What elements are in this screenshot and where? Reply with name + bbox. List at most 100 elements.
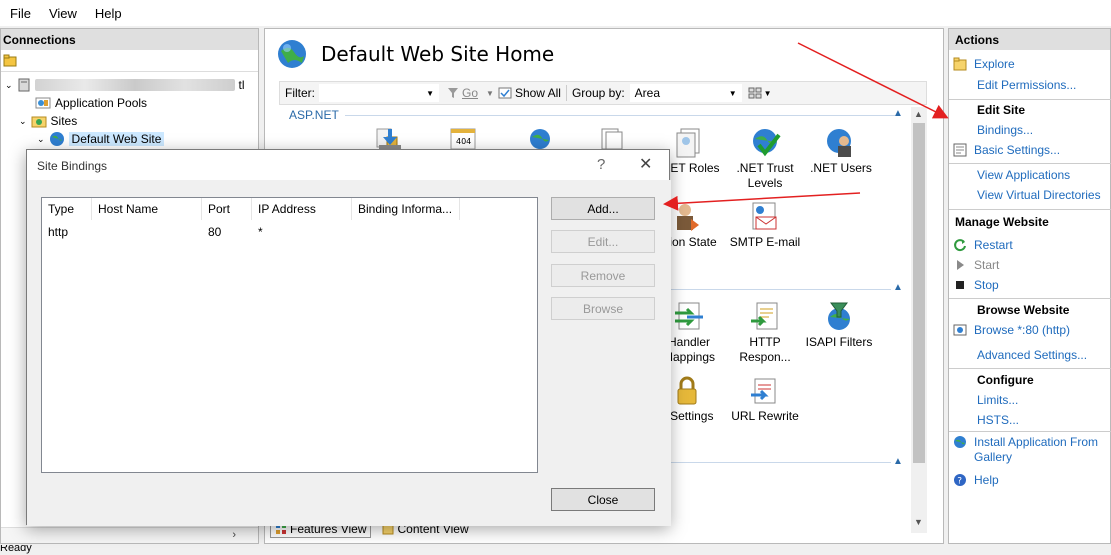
action-hsts[interactable]: HSTS... (977, 413, 1019, 427)
collapse-chevron-icon[interactable]: ⌄ (37, 134, 45, 145)
add-button[interactable]: Add... (551, 197, 655, 220)
action-label: Restart (974, 238, 1013, 252)
go-button[interactable]: Go (447, 86, 478, 100)
dropdown-arrow-icon: ▼ (763, 88, 772, 98)
go-dropdown-arrow-icon[interactable]: ▼ (486, 89, 494, 98)
filter-label: Filter: (285, 86, 315, 100)
remove-button[interactable]: Remove (551, 264, 655, 287)
restart-icon (954, 239, 966, 252)
section-browse-website: Browse Website (977, 303, 1070, 317)
dialog-close-icon[interactable]: ✕ (639, 154, 652, 174)
browse-button[interactable]: Browse (551, 297, 655, 320)
view-mode-button[interactable]: ▼ (748, 87, 772, 99)
scroll-right-arrow-icon[interactable]: › (232, 529, 236, 541)
action-view-applications[interactable]: View Applications (977, 168, 1070, 182)
site-bindings-dialog: Site Bindings ? ✕ Type Host Name Port IP… (26, 149, 671, 526)
dialog-body: Type Host Name Port IP Address Binding I… (27, 180, 671, 526)
section-edit-site: Edit Site (977, 103, 1026, 117)
action-label: Browse *:80 (http) (974, 323, 1071, 337)
smtp-email-icon (752, 202, 777, 230)
column-header-binding-info[interactable]: Binding Informa... (352, 198, 460, 220)
connections-toolbar (1, 50, 258, 72)
connections-horizontal-scrollbar[interactable]: › (1, 527, 258, 543)
action-limits[interactable]: Limits... (977, 393, 1018, 407)
feature-net-users[interactable]: .NET Users (803, 127, 879, 176)
net-trust-levels-icon (753, 129, 781, 157)
collapse-section-icon[interactable]: ▲ (893, 108, 903, 119)
feature-label: SMTP E-mail (729, 235, 801, 249)
features-vertical-scrollbar[interactable]: ▲ ▼ (911, 107, 927, 533)
action-stop[interactable]: Stop (953, 278, 999, 292)
action-view-virtual-directories[interactable]: View Virtual Directories (977, 188, 1101, 202)
group-by-value: Area (634, 86, 661, 100)
app-pools-icon (35, 97, 51, 109)
action-label: HSTS... (977, 413, 1020, 427)
tree-default-web-site[interactable]: ⌄ Default Web Site (37, 130, 165, 148)
tree-app-pools-label: Application Pools (55, 96, 148, 110)
http-response-icon (751, 302, 778, 330)
action-edit-permissions[interactable]: Edit Permissions... (977, 78, 1076, 92)
cell-type: http (48, 225, 69, 239)
feature-net-trust-levels[interactable]: .NET Trust Levels (727, 127, 803, 191)
dropdown-arrow-icon[interactable]: ▼ (729, 89, 737, 98)
globe-icon[interactable] (527, 127, 553, 149)
scrollbar-thumb[interactable] (913, 123, 925, 463)
collapse-section-icon[interactable]: ▲ (893, 282, 903, 293)
close-button[interactable]: Close (551, 488, 655, 511)
show-all-button[interactable]: Show All (498, 86, 561, 100)
action-advanced-settings[interactable]: Advanced Settings... (977, 348, 1087, 362)
action-browse-80[interactable]: Browse *:80 (http) (953, 323, 1070, 337)
cell-port: 80 (208, 225, 222, 239)
action-bindings[interactable]: Bindings... (977, 123, 1033, 137)
feature-isapi-filters[interactable]: ISAPI Filters (801, 301, 877, 350)
pages-icon[interactable] (599, 127, 625, 149)
column-header-ip-address[interactable]: IP Address (252, 198, 352, 220)
collapse-section-icon[interactable]: ▲ (893, 456, 903, 467)
new-connection-icon[interactable] (3, 54, 17, 68)
status-text: Ready (0, 545, 32, 554)
download-icon[interactable] (375, 127, 405, 149)
collapse-chevron-icon[interactable]: ⌄ (19, 116, 27, 127)
menu-help[interactable]: Help (91, 6, 126, 21)
feature-url-rewrite[interactable]: URL Rewrite (727, 375, 803, 424)
group-by-select[interactable]: Area ▼ (629, 84, 742, 102)
menu-file[interactable]: File (6, 6, 35, 21)
action-label: Stop (974, 278, 999, 292)
scroll-up-arrow-icon[interactable]: ▲ (914, 109, 923, 119)
action-basic-settings[interactable]: Basic Settings... (953, 143, 1060, 157)
column-header-type[interactable]: Type (42, 198, 92, 220)
action-install-application[interactable]: Install Application From Gallery (953, 435, 1098, 465)
menu-view[interactable]: View (45, 6, 81, 21)
collapse-chevron-icon[interactable]: ⌄ (5, 80, 13, 91)
filter-input[interactable]: ▼ (319, 84, 439, 102)
action-explore[interactable]: Explore (953, 57, 1015, 71)
tree-sites[interactable]: ⌄ Sites (19, 112, 77, 130)
edit-button[interactable]: Edit... (551, 230, 655, 253)
help-icon: ? (954, 474, 966, 487)
error-pages-icon[interactable]: 404 (449, 127, 477, 149)
section-aspnet: ASP.NET (289, 108, 339, 122)
column-header-port[interactable]: Port (202, 198, 252, 220)
column-header-host-name[interactable]: Host Name (92, 198, 202, 220)
feature-http-response[interactable]: HTTP Respon... (727, 301, 803, 365)
section-divider (345, 115, 895, 116)
svg-text:404: 404 (456, 137, 471, 146)
action-restart[interactable]: Restart (953, 238, 1013, 252)
table-row[interactable]: http 80 * (42, 222, 537, 242)
show-all-icon (498, 87, 512, 99)
page-title: Default Web Site Home (321, 42, 555, 66)
scroll-down-arrow-icon[interactable]: ▼ (914, 517, 923, 527)
settings-page-icon (953, 143, 967, 157)
feature-label: HTTP Respon... (739, 335, 791, 364)
tree-app-pools[interactable]: Application Pools (35, 94, 147, 112)
bindings-list[interactable]: Type Host Name Port IP Address Binding I… (41, 197, 538, 473)
bindings-list-header: Type Host Name Port IP Address Binding I… (42, 198, 537, 220)
globe-icon (278, 40, 306, 68)
dialog-help-button[interactable]: ? (597, 156, 605, 173)
action-help[interactable]: ? Help (953, 473, 999, 487)
dropdown-arrow-icon[interactable]: ▼ (426, 89, 434, 98)
action-start[interactable]: Start (953, 258, 999, 272)
feature-smtp-email[interactable]: SMTP E-mail (727, 201, 803, 250)
tree-server-node[interactable]: ⌄ tl (5, 76, 245, 94)
feature-label: URL Rewrite (731, 409, 799, 423)
